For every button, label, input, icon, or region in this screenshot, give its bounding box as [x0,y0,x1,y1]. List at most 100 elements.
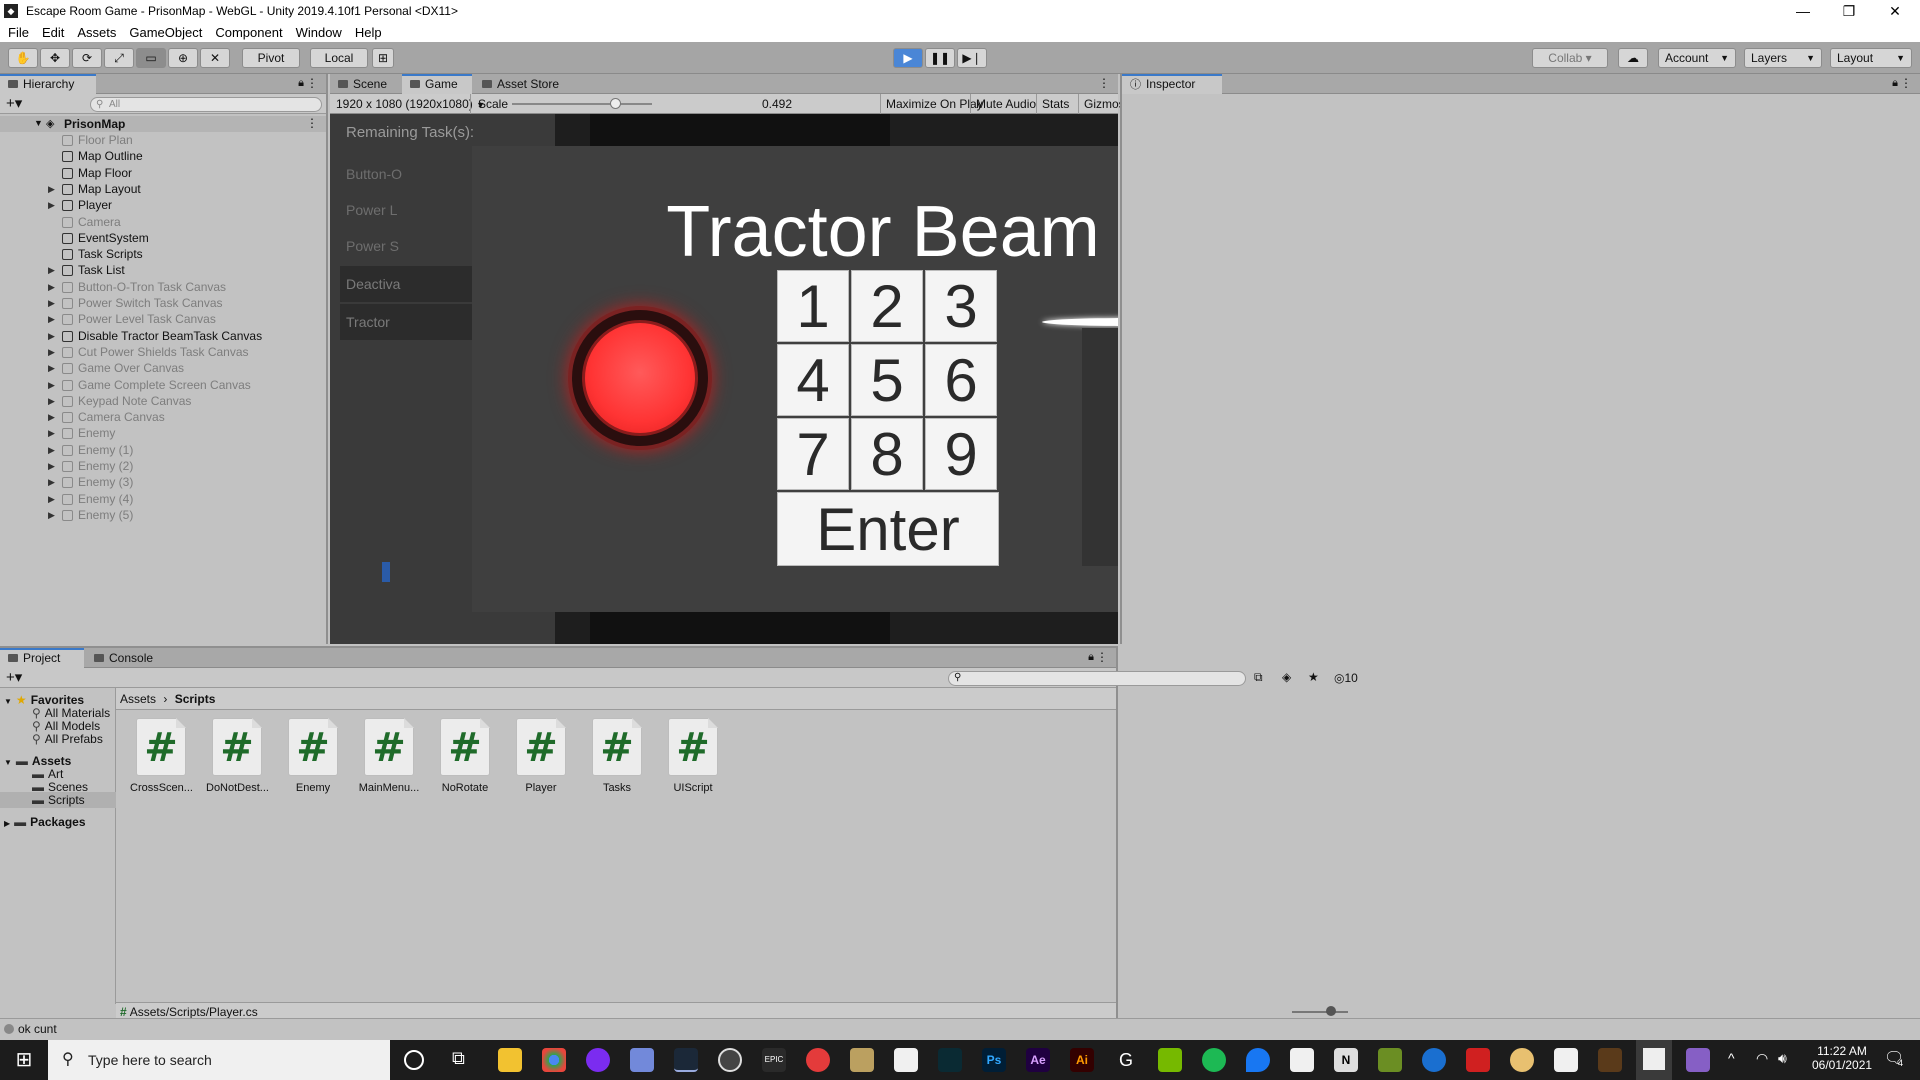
illustrator-icon[interactable]: Ai [1070,1048,1094,1072]
keypad-key-9[interactable]: 9 [925,418,997,490]
store-icon[interactable] [894,1048,918,1072]
app-icon[interactable]: N [1334,1048,1358,1072]
collab-button[interactable]: Collab ▾ [1532,48,1608,68]
account-dropdown[interactable]: Account ▼ [1658,48,1736,68]
keypad-key-5[interactable]: 5 [851,344,923,416]
volume-icon[interactable]: 🔊︎ [1778,1050,1787,1067]
script-file[interactable]: # UIScript [662,718,724,794]
keypad-enter-button[interactable]: Enter [777,492,999,566]
keypad-key-1[interactable]: 1 [777,270,849,342]
keypad-key-4[interactable]: 4 [777,344,849,416]
project-tree-item[interactable]: ⚲ All Prefabs [0,731,116,747]
game-view[interactable]: Remaining Task(s): Button-O Power L Powe… [330,114,1118,644]
windows-start-icon[interactable]: ⊞ [0,1040,48,1080]
expand-arrow-icon[interactable]: ▶ [4,819,10,828]
mute-audio-toggle[interactable]: Mute Audio [970,94,1036,114]
close-window-button[interactable]: ✕ [1872,0,1918,22]
keypad-key-7[interactable]: 7 [777,418,849,490]
expand-arrow-icon[interactable]: ▶ [48,328,55,344]
game-launcher-icon[interactable] [850,1048,874,1072]
hidden-packages-toggle[interactable]: ◎10 [1334,671,1358,685]
app-icon[interactable] [1554,1048,1578,1072]
expand-arrow-icon[interactable]: ▶ [48,262,55,278]
project-tree-item[interactable]: ▶ ▬ Packages [0,814,116,830]
breadcrumb-scripts[interactable]: Scripts [175,692,216,706]
tab-asset-store[interactable]: Asset Store [474,74,574,94]
maps-icon[interactable] [1246,1048,1270,1072]
expand-arrow-icon[interactable]: ▶ [48,442,55,458]
tab-hierarchy[interactable]: Hierarchy [0,74,96,94]
play-icon[interactable]: ▶ [893,48,923,68]
lock-icon[interactable]: 🔒︎ [1892,77,1898,90]
filter-type-icon[interactable]: ⧉ [1254,670,1263,685]
scale-tool-icon[interactable]: ⤢ [104,48,134,68]
filter-label-icon[interactable]: ◈ [1282,670,1291,684]
menu-window[interactable]: Window [296,25,342,40]
script-file[interactable]: # Player [510,718,572,794]
snap-icon[interactable]: ⊞ [372,48,394,68]
hierarchy-search-input[interactable]: ⚲ All [90,97,322,112]
expand-arrow-icon[interactable]: ▶ [48,409,55,425]
script-file[interactable]: # DoNotDest... [206,718,268,794]
lock-icon[interactable]: 🔒︎ [298,77,304,90]
chrome-icon[interactable] [542,1048,566,1072]
move-tool-icon[interactable]: ✥ [40,48,70,68]
breadcrumb-assets[interactable]: Assets [120,692,156,706]
visual-studio-icon[interactable] [1686,1048,1710,1072]
icon-size-slider[interactable] [1292,1011,1348,1013]
hand-tool-icon[interactable]: ✋ [8,48,38,68]
menu-gameobject[interactable]: GameObject [129,25,202,40]
expand-arrow-icon[interactable]: ▶ [48,393,55,409]
unity-taskbar-icon[interactable] [1636,1040,1672,1080]
chevron-up-icon[interactable]: ^ [1728,1050,1735,1066]
red-button[interactable] [582,320,698,436]
app-icon[interactable] [586,1048,610,1072]
panel-menu-icon[interactable]: ⋮ [1098,76,1110,90]
panel-menu-icon[interactable]: ⋮ [306,76,318,90]
resolution-dropdown[interactable]: 1920 x 1080 (1920x1080) ▼ [336,97,485,111]
add-icon[interactable]: +▾ [6,668,22,686]
step-icon[interactable]: ▶❘ [957,48,987,68]
spotify-icon[interactable] [1202,1048,1226,1072]
script-file[interactable]: # Enemy [282,718,344,794]
transform-tool-icon[interactable]: ⊕ [168,48,198,68]
layout-dropdown[interactable]: Layout ▼ [1830,48,1912,68]
add-icon[interactable]: +▾ [6,94,22,112]
expand-arrow-icon[interactable]: ▶ [48,425,55,441]
maximize-button[interactable]: ❐ [1826,0,1872,22]
app-icon[interactable] [1422,1048,1446,1072]
script-file[interactable]: # NoRotate [434,718,496,794]
menu-assets[interactable]: Assets [77,25,116,40]
scale-slider[interactable] [512,103,652,105]
minimize-button[interactable]: — [1780,0,1826,22]
epic-games-icon[interactable]: EPIC [762,1048,786,1072]
task-view-icon[interactable]: ⧉ [452,1048,465,1069]
menu-component[interactable]: Component [215,25,282,40]
rotate-tool-icon[interactable]: ⟳ [72,48,102,68]
unity-hub-icon[interactable] [1290,1048,1314,1072]
app-icon[interactable] [1466,1048,1490,1072]
favorite-star-icon[interactable]: ★ [1308,670,1319,684]
expand-arrow-icon[interactable]: ▶ [48,360,55,376]
steam-icon[interactable] [674,1048,698,1072]
script-file[interactable]: # MainMenu... [358,718,420,794]
ea-icon[interactable] [806,1048,830,1072]
tab-game[interactable]: Game [402,74,472,94]
local-toggle[interactable]: Local [310,48,368,68]
ubisoft-icon[interactable] [718,1048,742,1072]
discord-icon[interactable] [630,1048,654,1072]
app-icon[interactable] [938,1048,962,1072]
expand-arrow-icon[interactable]: ▶ [48,295,55,311]
pause-icon[interactable]: ❚❚ [925,48,955,68]
expand-arrow-icon[interactable]: ▶ [48,344,55,360]
project-search-input[interactable]: ⚲ [948,671,1246,686]
expand-arrow-icon[interactable]: ▶ [48,474,55,490]
expand-arrow-icon[interactable]: ▶ [48,197,55,213]
cloud-icon[interactable]: ☁ [1618,48,1648,68]
photoshop-icon[interactable]: Ps [982,1048,1006,1072]
keypad-key-2[interactable]: 2 [851,270,923,342]
keypad-key-3[interactable]: 3 [925,270,997,342]
script-file[interactable]: # Tasks [586,718,648,794]
scene-menu-icon[interactable]: ⋮ [306,116,318,130]
expand-arrow-icon[interactable]: ▶ [48,181,55,197]
